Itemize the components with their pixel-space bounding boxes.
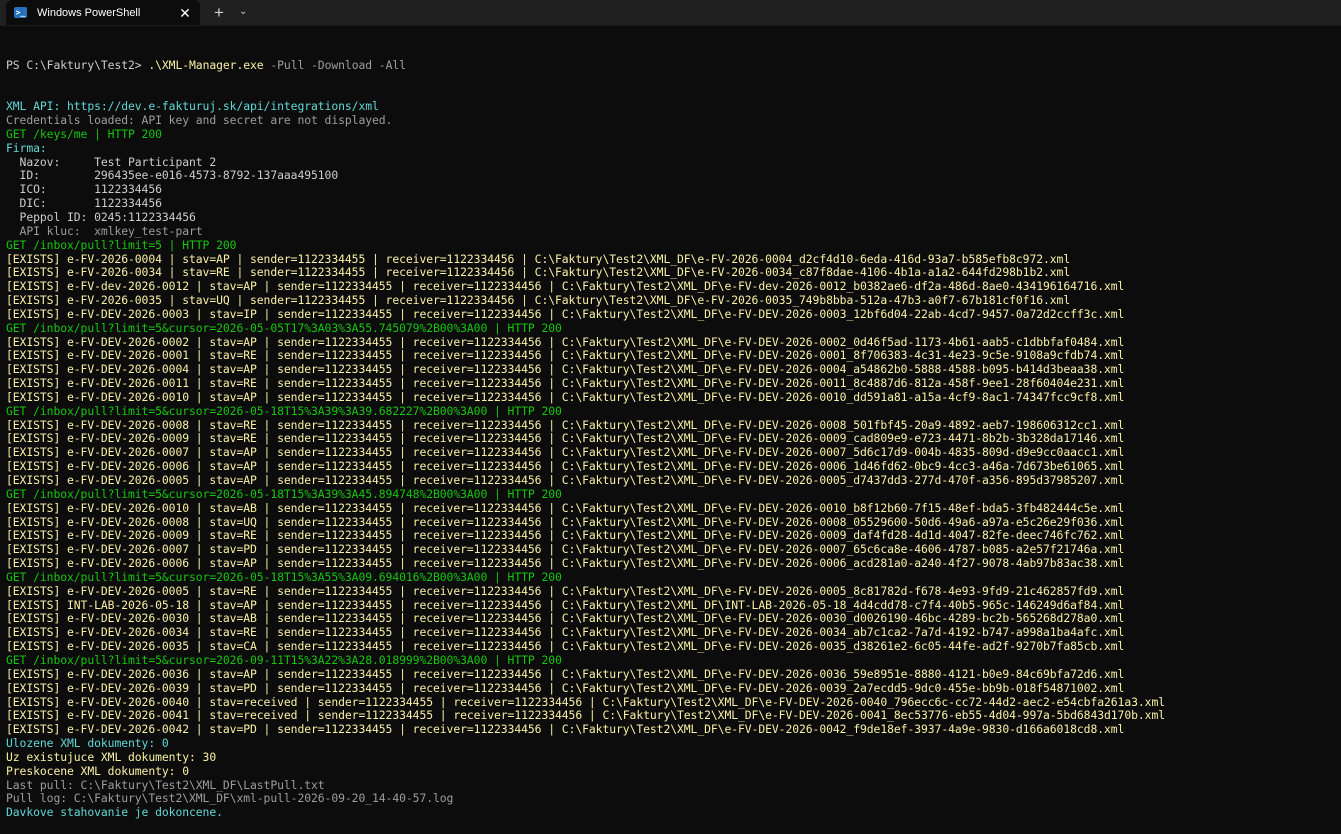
output-line: Davkove stahovanie je dokoncene.	[6, 805, 223, 820]
output-line: DIC: 1122334456	[6, 196, 162, 211]
terminal-output[interactable]: PS C:\Faktury\Test2> .\XML-Manager.exe -…	[6, 31, 1341, 834]
powershell-icon: >_	[14, 7, 27, 18]
output-line: GET /inbox/pull?limit=5&cursor=2026-05-1…	[6, 569, 562, 584]
output-line: [EXISTS] e-FV-2026-0035 | stav=UQ | send…	[6, 293, 1071, 308]
output-line: Credentials loaded: API key and secret a…	[6, 113, 393, 128]
output-line: [EXISTS] e-FV-2026-0004 | stav=AP | send…	[6, 251, 1071, 266]
close-icon[interactable]: ✕	[176, 6, 194, 20]
output-line: Uz existujuce XML dokumenty: 30	[6, 749, 217, 764]
output-line: [EXISTS] e-FV-DEV-2026-0001 | stav=RE | …	[6, 348, 1125, 363]
output-line: [EXISTS] e-FV-DEV-2026-0011 | stav=RE | …	[6, 376, 1125, 391]
output-line: Pull log: C:\Faktury\Test2\XML_DF\xml-pu…	[6, 791, 454, 806]
output-line: [EXISTS] e-FV-DEV-2026-0008 | stav=RE | …	[6, 417, 1125, 432]
output-line: [EXISTS] e-FV-DEV-2026-0004 | stav=AP | …	[6, 362, 1125, 377]
prompt-command: .\XML-Manager.exe	[148, 57, 264, 72]
output-line: API kluc: xmlkey_test-part	[6, 223, 203, 238]
output-line: [EXISTS] e-FV-DEV-2026-0006 | stav=AP | …	[6, 556, 1125, 571]
output-line: ID: 296435ee-e016-4573-8792-137aaa495100	[6, 168, 339, 183]
title-bar: >_ Windows PowerShell ✕ + ⌄	[0, 0, 1341, 26]
output-line: XML API: https://dev.e-fakturuj.sk/api/i…	[6, 99, 379, 114]
prompt-line: PS C:\Faktury\Test2> .\XML-Manager.exe -…	[6, 57, 1341, 73]
output-line: [EXISTS] e-FV-DEV-2026-0036 | stav=AP | …	[6, 666, 1125, 681]
output-line: [EXISTS] e-FV-DEV-2026-0007 | stav=PD | …	[6, 542, 1125, 557]
output-line: [EXISTS] e-FV-DEV-2026-0034 | stav=RE | …	[6, 625, 1125, 640]
output-line: [EXISTS] e-FV-DEV-2026-0039 | stav=PD | …	[6, 680, 1125, 695]
output-line: [EXISTS] e-FV-DEV-2026-0003 | stav=IP | …	[6, 306, 1125, 321]
output-line: [EXISTS] e-FV-DEV-2026-0009 | stav=RE | …	[6, 431, 1125, 446]
output-line: GET /inbox/pull?limit=5&cursor=2026-09-1…	[6, 652, 562, 667]
output-line: [EXISTS] e-FV-DEV-2026-0030 | stav=AB | …	[6, 611, 1125, 626]
output-line: GET /keys/me | HTTP 200	[6, 126, 162, 141]
output-line: [EXISTS] e-FV-DEV-2026-0010 | stav=AB | …	[6, 500, 1125, 515]
output-line: [EXISTS] e-FV-DEV-2026-0042 | stav=PD | …	[6, 722, 1125, 737]
output-line: Nazov: Test Participant 2	[6, 154, 217, 169]
output-line: [EXISTS] e-FV-DEV-2026-0002 | stav=AP | …	[6, 334, 1125, 349]
output-line: [EXISTS] e-FV-DEV-2026-0035 | stav=CA | …	[6, 639, 1125, 654]
output-line: [EXISTS] e-FV-DEV-2026-0009 | stav=RE | …	[6, 528, 1125, 543]
output-line: GET /inbox/pull?limit=5&cursor=2026-05-1…	[6, 486, 562, 501]
output-line: [EXISTS] e-FV-DEV-2026-0005 | stav=AP | …	[6, 473, 1125, 487]
output-line: [EXISTS] e-FV-2026-0034 | stav=RE | send…	[6, 265, 1071, 280]
output-line: GET /inbox/pull?limit=5 | HTTP 200	[6, 237, 237, 252]
output-line: [EXISTS] e-FV-DEV-2026-0041 | stav=recei…	[6, 708, 1165, 723]
output-line: [EXISTS] e-FV-DEV-2026-0007 | stav=AP | …	[6, 445, 1125, 460]
output-line: [EXISTS] e-FV-DEV-2026-0005 | stav=RE | …	[6, 583, 1125, 598]
output-lines: XML API: https://dev.e-fakturuj.sk/api/i…	[6, 99, 1341, 820]
output-line: [EXISTS] e-FV-DEV-2026-0040 | stav=recei…	[6, 694, 1165, 709]
output-line: Peppol ID: 0245:1122334456	[6, 209, 196, 224]
tab-title: Windows PowerShell	[37, 6, 141, 19]
prompt-params: -Pull -Download -All	[263, 57, 406, 72]
tab-windows-powershell[interactable]: >_ Windows PowerShell ✕	[6, 0, 200, 25]
chevron-down-icon[interactable]: ⌄	[239, 7, 247, 17]
plus-icon[interactable]: +	[214, 4, 224, 21]
output-line: GET /inbox/pull?limit=5&cursor=2026-05-1…	[6, 403, 562, 418]
output-line: [EXISTS] INT-LAB-2026-05-18 | stav=AP | …	[6, 597, 1125, 612]
output-line: Preskocene XML dokumenty: 0	[6, 763, 189, 778]
output-line: Last pull: C:\Faktury\Test2\XML_DF\LastP…	[6, 777, 325, 792]
output-line: Firma:	[6, 140, 47, 155]
output-line: ICO: 1122334456	[6, 182, 162, 197]
output-line: [EXISTS] e-FV-DEV-2026-0008 | stav=UQ | …	[6, 514, 1125, 529]
output-line: [EXISTS] e-FV-dev-2026-0012 | stav=AP | …	[6, 279, 1125, 294]
output-line: GET /inbox/pull?limit=5&cursor=2026-05-0…	[6, 320, 562, 335]
prompt-path: PS C:\Faktury\Test2>	[6, 57, 149, 72]
output-line: [EXISTS] e-FV-DEV-2026-0010 | stav=AP | …	[6, 389, 1125, 404]
output-line: [EXISTS] e-FV-DEV-2026-0006 | stav=AP | …	[6, 459, 1125, 474]
output-line: Ulozene XML dokumenty: 0	[6, 736, 169, 751]
